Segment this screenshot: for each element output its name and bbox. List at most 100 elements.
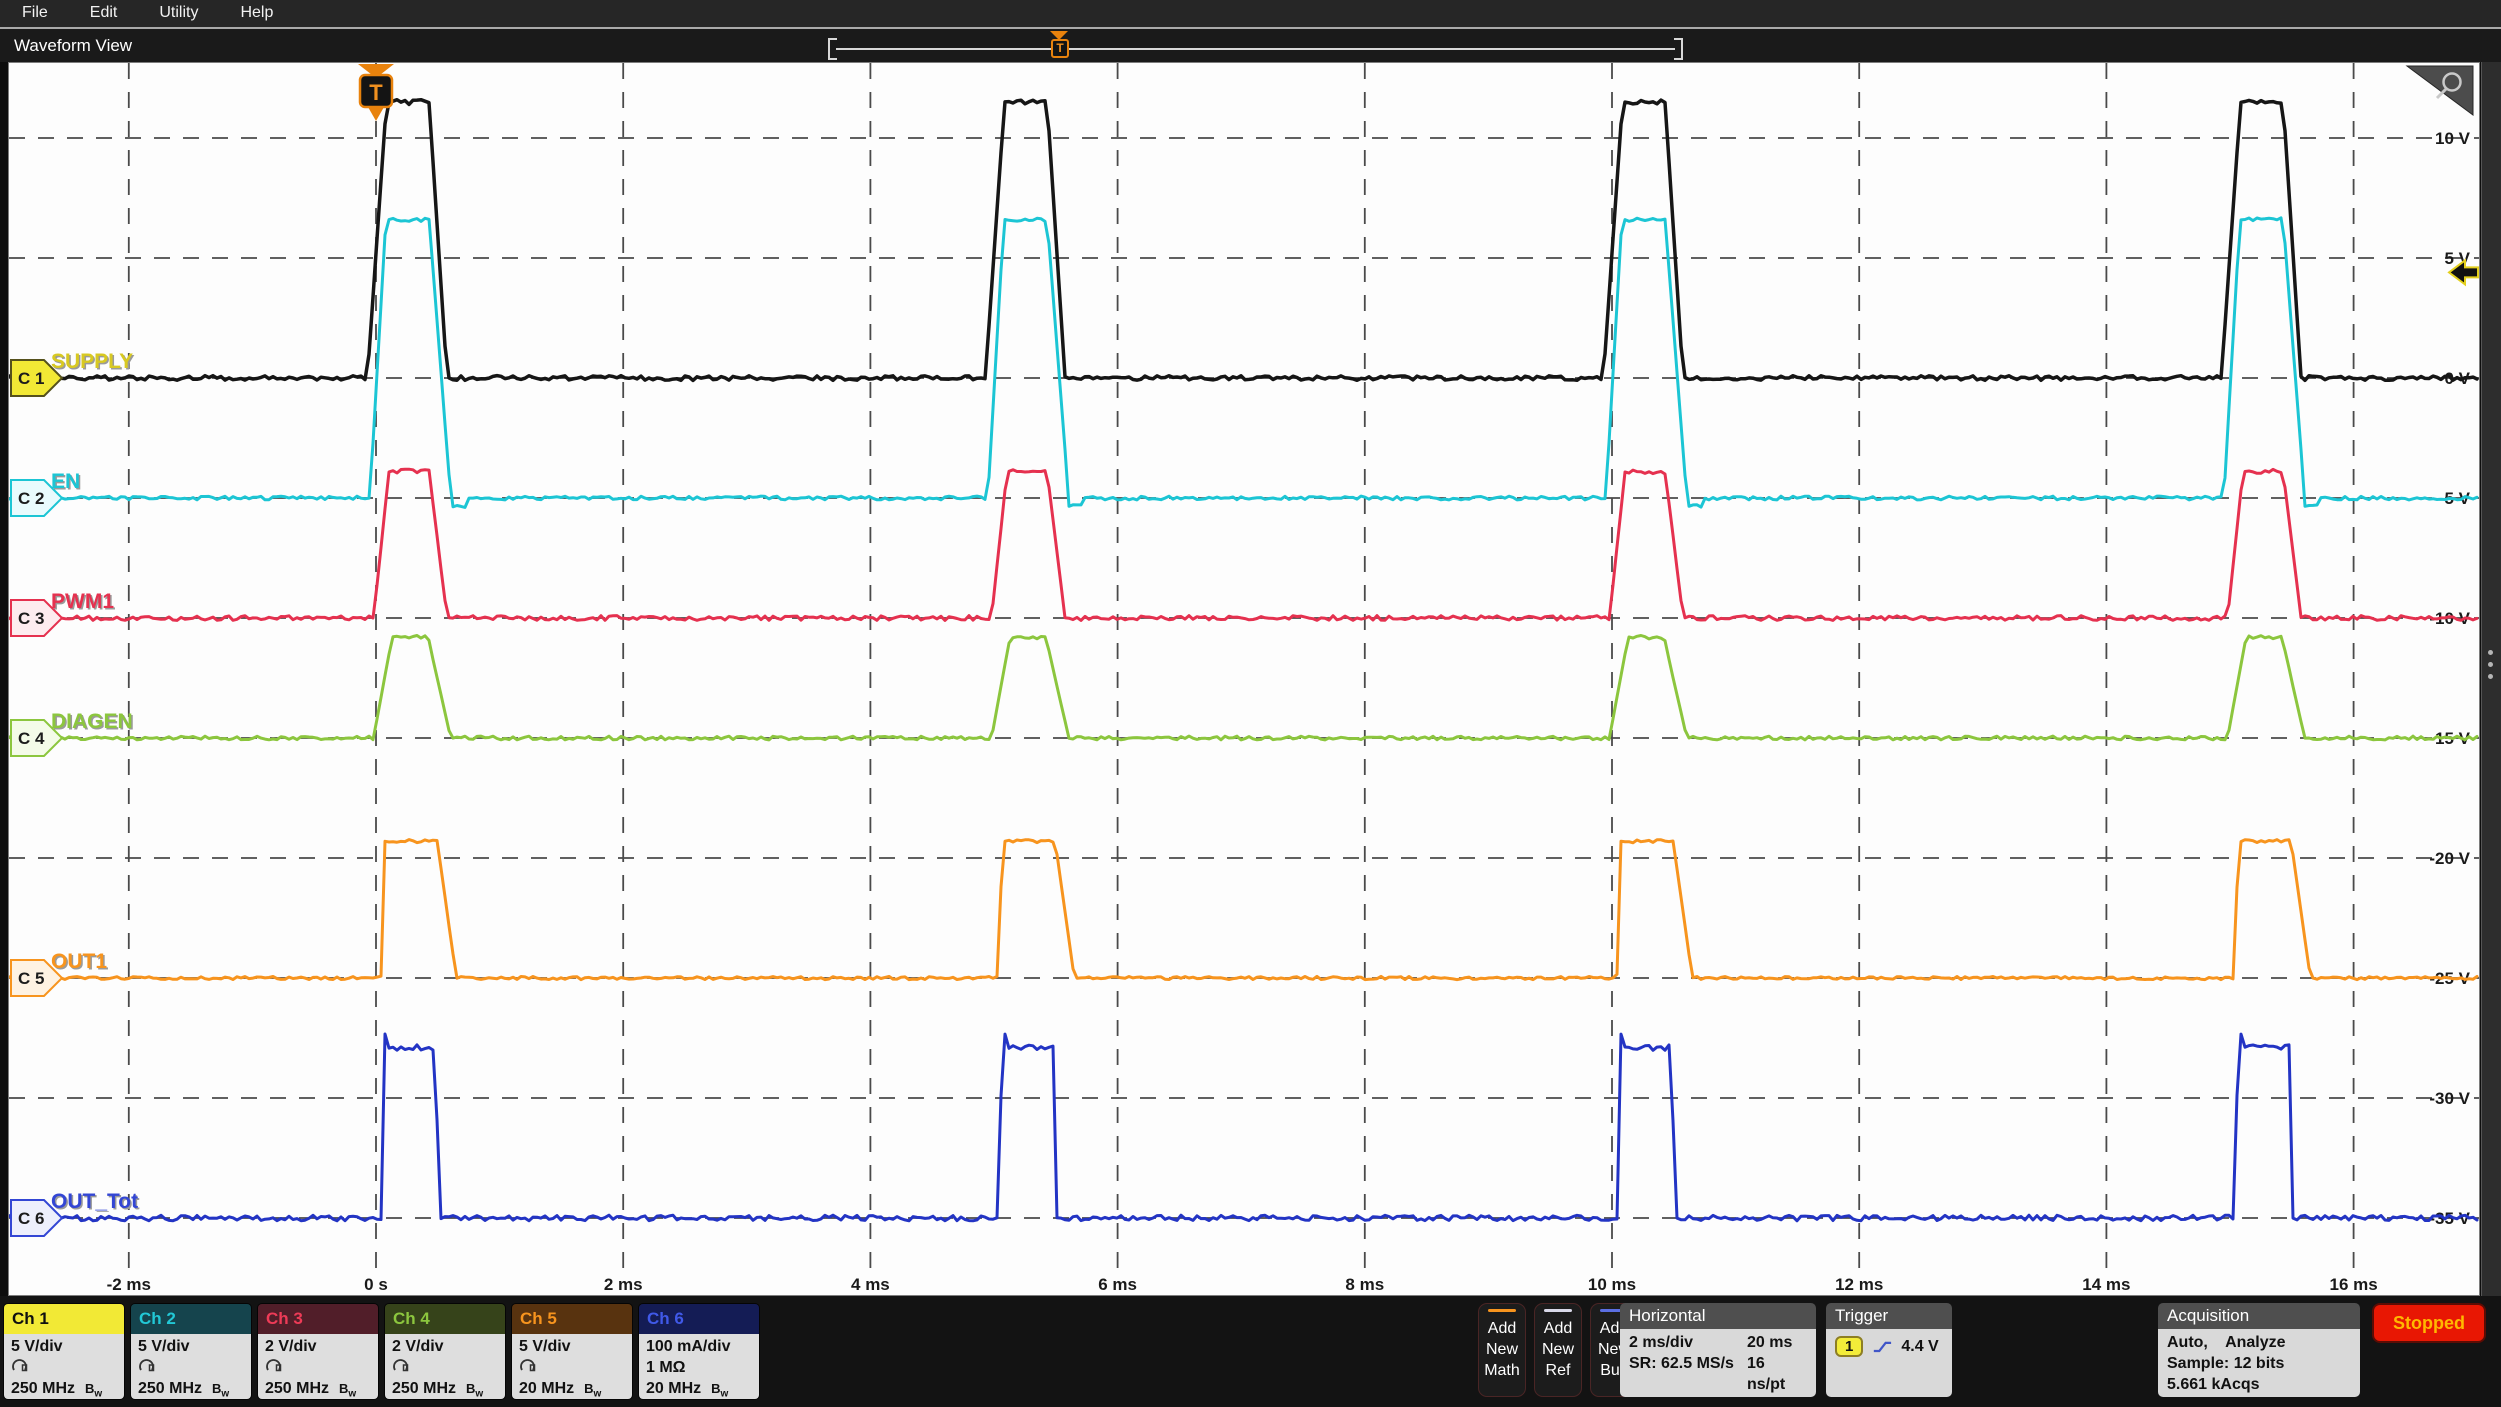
channel-scale: 2 V/div [392, 1336, 498, 1357]
channel-bandwidth: 250 MHz [392, 1380, 456, 1397]
channel-card-header[interactable]: Ch 4 [385, 1304, 505, 1334]
horizontal-panel-title: Horizontal [1620, 1303, 1816, 1329]
menu-edit[interactable]: Edit [90, 0, 118, 27]
channel-bandwidth: 20 MHz [519, 1380, 574, 1397]
svg-text:EN: EN [51, 470, 80, 493]
grid [9, 63, 2479, 1269]
horizontal-scale: 2 ms/div [1629, 1332, 1747, 1353]
menu-utility[interactable]: Utility [159, 0, 198, 27]
acquisition-count: 5.661 kAcqs [2167, 1374, 2351, 1395]
channel-card-header[interactable]: Ch 1 [4, 1304, 124, 1334]
channel-scale: 2 V/div [265, 1336, 371, 1357]
channel-impedance: 1 MΩ [646, 1357, 752, 1378]
horizontal-panel[interactable]: Horizontal 2 ms/div 20 ms SR: 62.5 MS/s … [1620, 1303, 1816, 1397]
right-splitter-bar[interactable] [2481, 62, 2501, 1296]
svg-text:-2 ms: -2 ms [107, 1275, 151, 1294]
svg-text:0 s: 0 s [364, 1275, 388, 1294]
svg-text:12 ms: 12 ms [1835, 1275, 1883, 1294]
channel-card-ch5[interactable]: Ch 5 5 V/div 20 MHz Bw [511, 1303, 633, 1400]
channel-bandwidth: 250 MHz [11, 1380, 75, 1397]
settings-bar: Ch 1 5 V/div 250 MHzBw Ch 2 5 V/div 250 … [0, 1296, 2501, 1407]
svg-text:16 ms: 16 ms [2329, 1275, 2377, 1294]
waveform-view-title: Waveform View [14, 36, 132, 56]
svg-text:10 V: 10 V [2435, 129, 2471, 148]
run-stop-status-button[interactable]: Stopped [2372, 1303, 2486, 1343]
svg-text:C 4: C 4 [18, 729, 45, 748]
svg-text:PWM1: PWM1 [51, 590, 114, 613]
channel-card-header[interactable]: Ch 3 [258, 1304, 378, 1334]
channel-bandwidth: 250 MHz [265, 1380, 329, 1397]
trigger-panel-title: Trigger [1826, 1303, 1952, 1329]
svg-text:-20 V: -20 V [2429, 849, 2470, 868]
channel-card-ch4[interactable]: Ch 4 2 V/div 250 MHz Bw [384, 1303, 506, 1400]
menu-bar: File Edit Utility Help [0, 0, 2501, 27]
bandwidth-limit-icon: Bw [339, 1381, 356, 1396]
window-line [836, 48, 1675, 50]
sample-rate: SR: 62.5 MS/s [1629, 1353, 1747, 1395]
trigger-panel[interactable]: Trigger 1 4.4 V [1826, 1303, 1952, 1397]
trigger-level: 4.4 V [1901, 1338, 1938, 1356]
trigger-source-badge[interactable]: 1 [1835, 1336, 1863, 1357]
trigger-position-value: T 15% [1747, 1395, 1807, 1397]
y-axis-labels: 10 V5 V0 V-5 V-10 V-15 V-20 V-25 V-30 V-… [2429, 129, 2470, 1228]
add-new-ref-button[interactable]: AddNewRef [1534, 1303, 1582, 1397]
svg-text:4 ms: 4 ms [851, 1275, 890, 1294]
channel-card-ch1[interactable]: Ch 1 5 V/div 250 MHzBw [3, 1303, 125, 1400]
svg-text:C 1: C 1 [18, 369, 44, 388]
record-length: RL: 1.25 Mpts [1629, 1395, 1747, 1397]
math-accent [1488, 1309, 1516, 1312]
channel-bandwidth: 20 MHz [646, 1380, 701, 1397]
x-axis-labels: -2 ms0 s2 ms4 ms6 ms8 ms10 ms12 ms14 ms1… [107, 1275, 2378, 1294]
channel-card-header[interactable]: Ch 6 [639, 1304, 759, 1334]
probe-icon [11, 1357, 117, 1378]
acquisition-mode: Auto, Analyze [2167, 1332, 2351, 1353]
acquisition-window-indicator[interactable]: T [828, 38, 1683, 60]
channel-card-ch6[interactable]: Ch 6 100 mA/div 1 MΩ 20 MHz Bw [638, 1303, 760, 1400]
probe-icon [138, 1357, 244, 1378]
svg-text:2 ms: 2 ms [604, 1275, 643, 1294]
bandwidth-limit-icon: Bw [466, 1381, 483, 1396]
splitter-handle-icon[interactable] [2488, 650, 2493, 679]
waveform-plot[interactable]: 10 V5 V0 V-5 V-10 V-15 V-20 V-25 V-30 V-… [8, 62, 2480, 1296]
oscilloscope-app: { "menu": { "items": ["File", "Edit", "U… [0, 0, 2501, 1407]
svg-text:C 5: C 5 [18, 969, 44, 988]
menu-file[interactable]: File [22, 0, 48, 27]
svg-text:T: T [369, 80, 383, 105]
bandwidth-limit-icon: Bw [711, 1381, 728, 1396]
channel-card-ch2[interactable]: Ch 2 5 V/div 250 MHzBw [130, 1303, 252, 1400]
rising-edge-icon [1872, 1338, 1892, 1355]
bandwidth-limit-icon: Bw [584, 1381, 601, 1396]
svg-text:8 ms: 8 ms [1345, 1275, 1384, 1294]
acquisition-panel-title: Acquisition [2158, 1303, 2360, 1329]
acquisition-panel[interactable]: Acquisition Auto, Analyze Sample: 12 bit… [2158, 1303, 2360, 1397]
channel-bandwidth: 250 MHz [138, 1380, 202, 1397]
channel-name-labels: SUPPLYSUPPLYENENPWM1PWM1DIAGENDIAGENOUT1… [51, 350, 140, 1215]
svg-text:10 ms: 10 ms [1588, 1275, 1636, 1294]
svg-text:OUT_Tot: OUT_Tot [51, 1190, 138, 1213]
svg-text:C 3: C 3 [18, 609, 44, 628]
svg-text:C 6: C 6 [18, 1209, 44, 1228]
add-new-math-button[interactable]: AddNewMath [1478, 1303, 1526, 1397]
waveform-canvas[interactable]: 10 V5 V0 V-5 V-10 V-15 V-20 V-25 V-30 V-… [9, 63, 2479, 1295]
channel-card-header[interactable]: Ch 2 [131, 1304, 251, 1334]
ref-accent [1544, 1309, 1572, 1312]
svg-text:OUT1: OUT1 [51, 950, 107, 973]
probe-icon [519, 1357, 625, 1378]
bandwidth-limit-icon: Bw [212, 1381, 229, 1396]
acquisition-sample-bits: Sample: 12 bits [2167, 1353, 2351, 1374]
svg-text:C 2: C 2 [18, 489, 44, 508]
svg-text:-35 V: -35 V [2429, 1209, 2470, 1228]
zoom-corner-button[interactable] [2407, 66, 2473, 115]
channel-scale: 5 V/div [11, 1336, 117, 1357]
window-bracket-right [1674, 38, 1683, 60]
channel-scale: 100 mA/div [646, 1336, 752, 1357]
channel-card-header[interactable]: Ch 5 [512, 1304, 632, 1334]
svg-text:6 ms: 6 ms [1098, 1275, 1137, 1294]
sample-interval: 16 ns/pt [1747, 1353, 1807, 1395]
channel-badges: C 1 C 2 C 3 C 4 C 5 C 6 [11, 360, 62, 1236]
channel-card-ch3[interactable]: Ch 3 2 V/div 250 MHz Bw [257, 1303, 379, 1400]
svg-text:SUPPLY: SUPPLY [51, 350, 133, 373]
channel-scale: 5 V/div [519, 1336, 625, 1357]
menu-help[interactable]: Help [240, 0, 273, 27]
waveform-view-titlebar: Waveform View T [0, 27, 2501, 62]
